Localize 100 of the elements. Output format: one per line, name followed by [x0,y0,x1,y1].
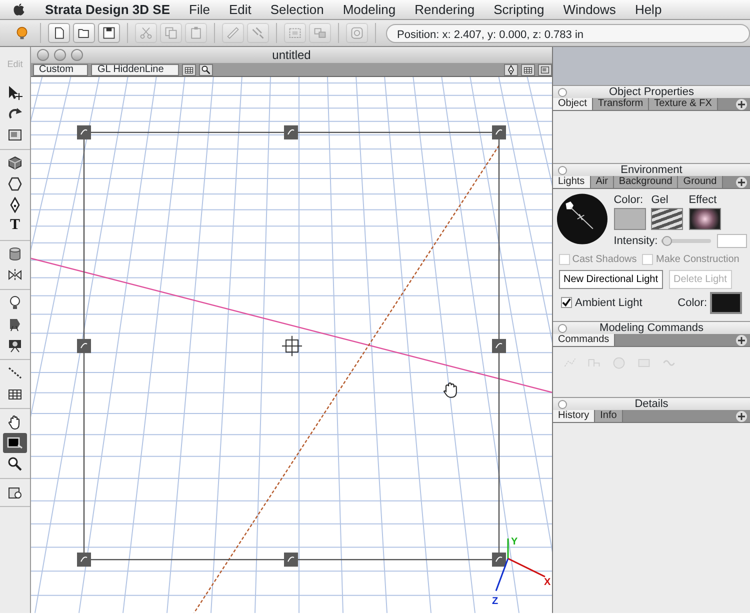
zoom-icon [200,64,211,74]
menu-item[interactable]: Modeling [342,0,396,20]
panel-tab[interactable]: Commands [553,334,616,346]
panel-tab[interactable]: Info [595,410,623,422]
ungroup-icon [313,26,327,40]
view-button[interactable] [182,64,196,76]
zoom-icon [7,456,23,472]
menu-item[interactable]: Help [634,0,662,20]
panel-tab[interactable]: Object [553,98,593,110]
collapse-button[interactable] [558,88,567,97]
hand-cursor-icon [444,382,457,398]
light-button[interactable]: New Directional Light [558,270,663,289]
polygon-icon [7,176,23,192]
resize-handle[interactable] [77,125,91,140]
menu-item[interactable]: Scripting [494,0,544,20]
copy-icon [164,26,178,40]
view-button[interactable] [521,64,535,76]
resize-handle[interactable] [492,552,506,567]
swatch-label: Effect [688,192,718,208]
menu-item[interactable]: Windows [563,0,616,20]
cylinder-icon [7,246,23,262]
bulb-icon [15,26,29,40]
panel-title: Modeling Commands [600,322,704,334]
folder-button[interactable] [73,23,95,43]
effect-swatch[interactable] [688,208,721,230]
checkbox[interactable] [561,297,572,308]
panel-tab[interactable]: Texture & FX [649,98,718,110]
window-button[interactable] [71,49,83,61]
menu-item[interactable]: Rendering [414,0,475,20]
panel-tab[interactable]: History [553,410,596,422]
path-icon [7,364,23,380]
view-button[interactable] [504,64,518,76]
mirror-icon [7,266,23,282]
resize-handle[interactable] [77,338,91,354]
add-button[interactable] [736,335,747,346]
window-button[interactable] [37,49,49,61]
app-name[interactable]: Strata Design 3D SE [45,0,170,20]
panel-tab[interactable]: Lights [553,176,591,188]
intensity-label: Intensity: [614,234,658,249]
color-swatch[interactable] [614,208,646,230]
sphere-icon [612,356,626,370]
resize-handle[interactable] [492,125,506,140]
checkbox-label: Ambient Light [575,296,642,310]
grid-icon [184,64,194,74]
render-area-icon [7,434,23,450]
resize-handle[interactable] [284,552,298,567]
apple-icon[interactable] [12,2,26,16]
pen-icon [506,64,516,74]
bulb-icon [7,294,23,310]
page-icon [52,26,66,40]
plus-icon [738,413,745,420]
window-title: untitled [272,48,311,62]
swatch-label: Color: [614,192,644,208]
swatch-label: Color: [678,296,707,310]
collapse-button[interactable] [558,400,567,409]
light-preview[interactable] [556,192,608,246]
arrow-icon [7,84,23,100]
floppy-button[interactable] [98,23,120,43]
menu-item[interactable]: Selection [270,0,324,20]
clipboard-icon [189,26,203,40]
intensity-field[interactable] [717,234,748,248]
floppy-icon [102,26,116,40]
add-button[interactable] [736,99,747,110]
intensity-slider[interactable] [660,239,710,244]
ambient-color-swatch[interactable] [710,292,742,314]
center-marker-icon [282,335,302,357]
cube-icon [7,154,23,170]
panel-title: Environment [620,164,682,176]
collapse-button[interactable] [558,166,567,175]
axis-label: X [544,576,551,588]
panel-tab[interactable]: Ground [678,176,723,188]
view-button[interactable] [538,64,552,76]
slider-thumb[interactable] [662,236,672,246]
menu-item[interactable]: Edit [228,0,252,20]
display-mode-dropdown[interactable]: GL HiddenLine [91,64,179,76]
add-button[interactable] [736,177,747,188]
menu-item[interactable]: File [189,0,210,20]
view-button[interactable] [198,64,213,76]
plus-icon [738,179,745,186]
panel-tab[interactable]: Air [590,176,614,188]
checkmark-icon [562,298,572,308]
collapse-button[interactable] [558,324,567,333]
resize-handle[interactable] [77,552,91,567]
panel-tab[interactable]: Background [614,176,678,188]
resize-handle[interactable] [492,338,506,354]
render-mode-dropdown[interactable]: Custom [33,64,88,76]
plus-icon [738,101,745,108]
plus-icon [738,337,745,344]
text-tool[interactable]: T [3,216,27,236]
add-button[interactable] [736,411,747,422]
folder-icon [77,26,91,40]
window-button[interactable] [54,49,66,61]
axis-label: Z [492,596,498,607]
page-button[interactable] [48,23,70,43]
rotate-icon [7,106,23,122]
render-area-tool[interactable] [3,432,27,452]
panel-tab[interactable]: Transform [592,98,650,110]
gel-swatch[interactable] [651,208,684,230]
frame-icon [7,126,23,142]
resize-handle[interactable] [284,125,298,140]
